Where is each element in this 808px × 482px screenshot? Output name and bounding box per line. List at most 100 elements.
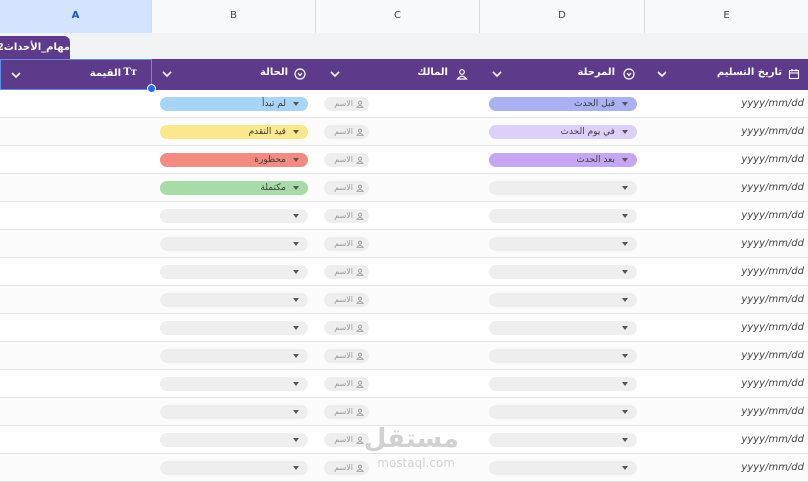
owner-person-chip[interactable]: الاسم <box>324 265 369 279</box>
header-owner-label: المالك <box>417 67 448 78</box>
owner-person-chip[interactable]: الاسم <box>324 349 369 363</box>
owner-person-chip[interactable]: الاسم <box>324 209 369 223</box>
table-row: الاسم yyyy/mm/dd <box>0 398 808 426</box>
status-dropdown-chip[interactable]: محظورة <box>160 153 308 167</box>
status-dropdown-chip[interactable] <box>160 237 308 251</box>
due-date-cell[interactable]: yyyy/mm/dd <box>741 294 804 305</box>
person-icon <box>356 268 364 276</box>
watermark-latin: mostaql.com <box>377 456 455 470</box>
status-dropdown-chip[interactable] <box>160 377 308 391</box>
person-icon <box>356 296 364 304</box>
column-letter-e[interactable]: E <box>645 0 808 33</box>
stage-dropdown-chip[interactable] <box>489 461 637 475</box>
due-date-cell[interactable]: yyyy/mm/dd <box>741 182 804 193</box>
stage-dropdown-chip[interactable]: بعد الحدث <box>489 153 637 167</box>
stage-dropdown-chip[interactable]: قبل الحدث <box>489 97 637 111</box>
due-date-cell[interactable]: yyyy/mm/dd <box>741 378 804 389</box>
owner-placeholder: الاسم <box>334 351 353 360</box>
caret-down-icon <box>622 158 628 162</box>
owner-person-chip[interactable]: الاسم <box>324 97 369 111</box>
table-name-tab[interactable]: مهام_الأحداث2 <box>0 36 70 59</box>
owner-person-chip[interactable]: الاسم <box>324 125 369 139</box>
status-dropdown-chip[interactable] <box>160 209 308 223</box>
stage-dropdown-chip[interactable]: في يوم الحدث <box>489 125 637 139</box>
due-date-cell[interactable]: yyyy/mm/dd <box>741 266 804 277</box>
header-status[interactable]: الحالة <box>152 59 316 90</box>
stage-dropdown-chip[interactable] <box>489 293 637 307</box>
status-dropdown-chip[interactable] <box>160 265 308 279</box>
status-dropdown-chip[interactable]: قيد التقدم <box>160 125 308 139</box>
status-chip-label: قيد التقدم <box>248 127 286 137</box>
due-date-cell[interactable]: yyyy/mm/dd <box>741 154 804 165</box>
person-icon <box>356 380 364 388</box>
caret-down-icon <box>293 382 299 386</box>
header-due-date[interactable]: تاريخ التسليم <box>645 59 808 90</box>
column-letter-d[interactable]: D <box>480 0 645 33</box>
due-date-cell[interactable]: yyyy/mm/dd <box>741 210 804 221</box>
due-date-cell[interactable]: yyyy/mm/dd <box>741 350 804 361</box>
due-date-cell[interactable]: yyyy/mm/dd <box>741 238 804 249</box>
column-letter-b[interactable]: B <box>152 0 316 33</box>
column-letter-c[interactable]: C <box>316 0 480 33</box>
header-owner[interactable]: المالك <box>316 59 480 90</box>
caret-down-icon <box>293 242 299 246</box>
table-tab-strip: مهام_الأحداث2 <box>0 33 808 59</box>
status-dropdown-chip[interactable] <box>160 461 308 475</box>
dropdown-type-icon <box>294 68 306 80</box>
stage-dropdown-chip[interactable] <box>489 321 637 335</box>
status-dropdown-chip[interactable] <box>160 405 308 419</box>
due-date-cell[interactable]: yyyy/mm/dd <box>741 322 804 333</box>
caret-down-icon <box>622 242 628 246</box>
caret-down-icon <box>622 214 628 218</box>
owner-person-chip[interactable]: الاسم <box>324 377 369 391</box>
due-date-cell[interactable]: yyyy/mm/dd <box>741 434 804 445</box>
header-stage[interactable]: المرحلة <box>480 59 645 90</box>
calendar-icon <box>788 69 800 80</box>
stage-dropdown-chip[interactable] <box>489 433 637 447</box>
chevron-down-icon[interactable] <box>9 68 23 82</box>
text-type-icon: Tт <box>123 67 137 78</box>
status-dropdown-chip[interactable] <box>160 433 308 447</box>
stage-dropdown-chip[interactable] <box>489 237 637 251</box>
owner-person-chip[interactable]: الاسم <box>324 321 369 335</box>
due-date-cell[interactable]: yyyy/mm/dd <box>741 98 804 109</box>
owner-placeholder: الاسم <box>334 155 353 164</box>
chevron-down-icon[interactable] <box>160 67 174 81</box>
stage-dropdown-chip[interactable] <box>489 209 637 223</box>
stage-chip-label: في يوم الحدث <box>560 127 615 137</box>
owner-person-chip[interactable]: الاسم <box>324 293 369 307</box>
caret-down-icon <box>622 326 628 330</box>
caret-down-icon <box>293 326 299 330</box>
stage-dropdown-chip[interactable] <box>489 377 637 391</box>
owner-person-chip[interactable]: الاسم <box>324 153 369 167</box>
owner-person-chip[interactable]: الاسم <box>324 405 369 419</box>
caret-down-icon <box>622 102 628 106</box>
chevron-down-icon[interactable] <box>328 67 342 81</box>
status-dropdown-chip[interactable] <box>160 293 308 307</box>
chevron-down-icon[interactable] <box>490 67 504 81</box>
caret-down-icon <box>293 158 299 162</box>
chevron-down-icon[interactable] <box>655 67 669 81</box>
caret-down-icon <box>622 382 628 386</box>
status-dropdown-chip[interactable] <box>160 321 308 335</box>
status-dropdown-chip[interactable]: لم تبدأ <box>160 97 308 111</box>
watermark-arabic: مستقل <box>363 424 459 454</box>
stage-dropdown-chip[interactable] <box>489 265 637 279</box>
owner-person-chip[interactable]: الاسم <box>324 237 369 251</box>
header-value[interactable]: القيمة Tт <box>0 59 152 90</box>
due-date-cell[interactable]: yyyy/mm/dd <box>741 126 804 137</box>
due-date-cell[interactable]: yyyy/mm/dd <box>741 462 804 473</box>
column-letter-a[interactable]: A <box>0 0 152 33</box>
stage-dropdown-chip[interactable] <box>489 349 637 363</box>
stage-chip-label: بعد الحدث <box>576 155 615 165</box>
person-icon <box>456 69 468 80</box>
stage-dropdown-chip[interactable] <box>489 181 637 195</box>
due-date-cell[interactable]: yyyy/mm/dd <box>741 406 804 417</box>
owner-person-chip[interactable]: الاسم <box>324 181 369 195</box>
status-dropdown-chip[interactable]: مكتملة <box>160 181 308 195</box>
owner-placeholder: الاسم <box>334 99 353 108</box>
stage-dropdown-chip[interactable] <box>489 405 637 419</box>
status-dropdown-chip[interactable] <box>160 349 308 363</box>
person-icon <box>356 128 364 136</box>
caret-down-icon <box>293 438 299 442</box>
